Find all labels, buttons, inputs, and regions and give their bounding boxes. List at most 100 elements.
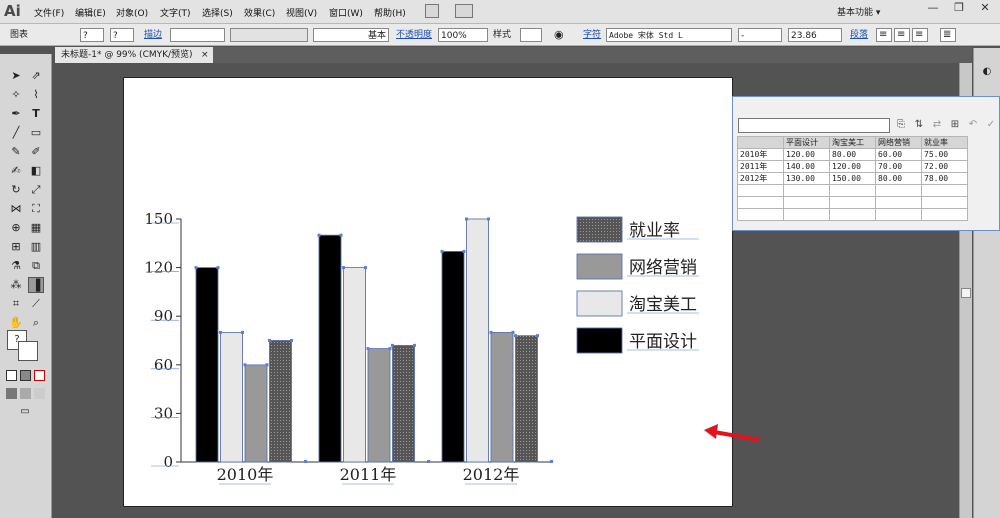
menu-help[interactable]: 帮助(H) xyxy=(374,6,406,19)
eyedropper-tool-icon[interactable]: ⚗ xyxy=(8,258,24,274)
table-cell[interactable] xyxy=(875,208,922,221)
zoom-tool-icon[interactable]: ⌕ xyxy=(28,315,44,331)
draw-behind-icon[interactable] xyxy=(20,388,31,399)
symbol-sprayer-tool-icon[interactable]: ⁂ xyxy=(8,277,24,293)
font-family-select[interactable]: Adobe 宋体 Std L xyxy=(606,28,732,42)
table-cell[interactable] xyxy=(875,196,922,209)
pen-tool-icon[interactable]: ✒ xyxy=(8,106,24,122)
blob-brush-tool-icon[interactable]: ✍ xyxy=(8,163,24,179)
table-cell[interactable] xyxy=(737,196,784,209)
bridge-icon[interactable] xyxy=(425,4,439,18)
table-cell[interactable]: 平面设计 xyxy=(783,136,830,149)
menu-window[interactable]: 窗口(W) xyxy=(329,6,363,19)
mesh-tool-icon[interactable]: ⊞ xyxy=(8,239,24,255)
scrollbar-thumb[interactable] xyxy=(961,288,971,298)
table-cell[interactable]: 2011年 xyxy=(737,160,784,173)
slice-tool-icon[interactable]: ⟋ xyxy=(28,296,44,312)
menu-file[interactable]: 文件(F) xyxy=(34,6,64,19)
table-cell[interactable]: 80.00 xyxy=(829,148,876,161)
table-cell[interactable] xyxy=(783,196,830,209)
table-cell[interactable]: 70.00 xyxy=(875,160,922,173)
opacity-field[interactable]: 100% xyxy=(438,28,488,42)
table-cell[interactable]: 120.00 xyxy=(829,160,876,173)
color-mode-icon[interactable] xyxy=(6,370,17,381)
pencil-tool-icon[interactable]: ✐ xyxy=(28,144,44,160)
switch-xy-icon[interactable]: ⇄ xyxy=(931,119,943,131)
table-cell[interactable]: 130.00 xyxy=(783,172,830,185)
graphic-style-swatch[interactable] xyxy=(520,28,542,42)
table-cell[interactable] xyxy=(875,184,922,197)
table-cell[interactable]: 140.00 xyxy=(783,160,830,173)
table-cell[interactable]: 75.00 xyxy=(921,148,968,161)
eraser-tool-icon[interactable]: ◧ xyxy=(28,163,44,179)
draw-inside-icon[interactable] xyxy=(34,388,45,399)
stroke-weight-field[interactable] xyxy=(170,28,225,42)
recolor-icon[interactable]: ◉ xyxy=(554,28,564,42)
transpose-icon[interactable]: ⇅ xyxy=(913,119,925,131)
variable-width-profile[interactable] xyxy=(230,28,308,42)
table-cell[interactable] xyxy=(829,208,876,221)
table-cell[interactable]: 2010年 xyxy=(737,148,784,161)
table-cell[interactable] xyxy=(921,208,968,221)
menu-edit[interactable]: 编辑(E) xyxy=(75,6,106,19)
table-cell[interactable]: 80.00 xyxy=(875,172,922,185)
rotate-tool-icon[interactable]: ↻ xyxy=(8,182,24,198)
scale-tool-icon[interactable]: ⤢ xyxy=(28,182,44,198)
graph-data-cell-input[interactable] xyxy=(738,118,890,133)
table-cell[interactable] xyxy=(829,184,876,197)
paintbrush-tool-icon[interactable]: ✎ xyxy=(8,144,24,160)
table-cell[interactable] xyxy=(737,184,784,197)
align-center-icon[interactable]: ≡ xyxy=(894,28,910,42)
paragraph-panel-link[interactable]: 段落 xyxy=(850,28,868,42)
line-tool-icon[interactable]: ╱ xyxy=(8,125,24,141)
table-cell[interactable]: 60.00 xyxy=(875,148,922,161)
table-cell[interactable] xyxy=(737,136,784,149)
table-cell[interactable] xyxy=(921,196,968,209)
column-graph-tool-icon[interactable]: ▐ xyxy=(28,277,44,293)
fill-swatch[interactable]: ? xyxy=(80,28,104,42)
artboard-tool-icon[interactable]: ⌗ xyxy=(8,296,24,312)
draw-normal-icon[interactable] xyxy=(6,388,17,399)
type-tool-icon[interactable]: T xyxy=(28,106,44,122)
width-tool-icon[interactable]: ⋈ xyxy=(8,201,24,217)
menu-effect[interactable]: 效果(C) xyxy=(244,6,275,19)
table-cell[interactable] xyxy=(737,208,784,221)
stroke-swatch[interactable]: ? xyxy=(110,28,134,42)
blend-tool-icon[interactable]: ⧉ xyxy=(28,258,44,274)
arrange-documents-icon[interactable] xyxy=(455,4,473,18)
stroke-panel-link[interactable]: 描边 xyxy=(144,28,162,42)
graph-data-table[interactable]: 平面设计 淘宝美工 网络营销 就业率 2010年 120.00 80.00 60… xyxy=(737,136,968,221)
table-cell[interactable] xyxy=(829,196,876,209)
document-tab[interactable]: 未标题-1* @ 99% (CMYK/预览) × xyxy=(55,47,213,63)
opacity-panel-link[interactable]: 不透明度 xyxy=(396,28,432,42)
revert-icon[interactable]: ↶ xyxy=(967,119,979,131)
minimize-button[interactable]: — xyxy=(920,0,946,16)
selection-tool-icon[interactable]: ➤ xyxy=(8,68,24,84)
table-cell[interactable]: 2012年 xyxy=(737,172,784,185)
magic-wand-tool-icon[interactable]: ✧ xyxy=(8,87,24,103)
workspace-switcher[interactable]: 基本功能 ▾ xyxy=(837,5,880,18)
table-cell[interactable]: 网络营销 xyxy=(875,136,922,149)
table-cell[interactable]: 78.00 xyxy=(921,172,968,185)
character-panel-link[interactable]: 字符 xyxy=(583,28,601,42)
table-cell[interactable] xyxy=(921,184,968,197)
import-data-icon[interactable]: ⎘ xyxy=(895,119,907,131)
lasso-tool-icon[interactable]: ⌇ xyxy=(28,87,44,103)
shape-builder-tool-icon[interactable]: ⊕ xyxy=(8,220,24,236)
table-cell[interactable]: 就业率 xyxy=(921,136,968,149)
panel-menu-icon[interactable]: ≣ xyxy=(940,28,956,42)
gradient-tool-icon[interactable]: ▥ xyxy=(28,239,44,255)
free-transform-tool-icon[interactable]: ⛶ xyxy=(28,201,44,217)
menu-type[interactable]: 文字(T) xyxy=(160,6,191,19)
align-left-icon[interactable]: ≡ xyxy=(876,28,892,42)
screen-mode-icon[interactable]: ▭ xyxy=(16,404,34,420)
perspective-grid-tool-icon[interactable]: ▦ xyxy=(28,220,44,236)
close-button[interactable]: ✕ xyxy=(972,0,998,16)
table-cell[interactable]: 72.00 xyxy=(921,160,968,173)
table-cell[interactable] xyxy=(783,184,830,197)
menu-view[interactable]: 视图(V) xyxy=(286,6,317,19)
artboard[interactable]: 0 30 60 90 120 150 2010年 2011年 2012年 就业率 网络营销 淘宝美工平… xyxy=(123,77,733,507)
table-cell[interactable] xyxy=(783,208,830,221)
menu-select[interactable]: 选择(S) xyxy=(202,6,233,19)
document-tab-close-icon[interactable]: × xyxy=(201,47,209,63)
